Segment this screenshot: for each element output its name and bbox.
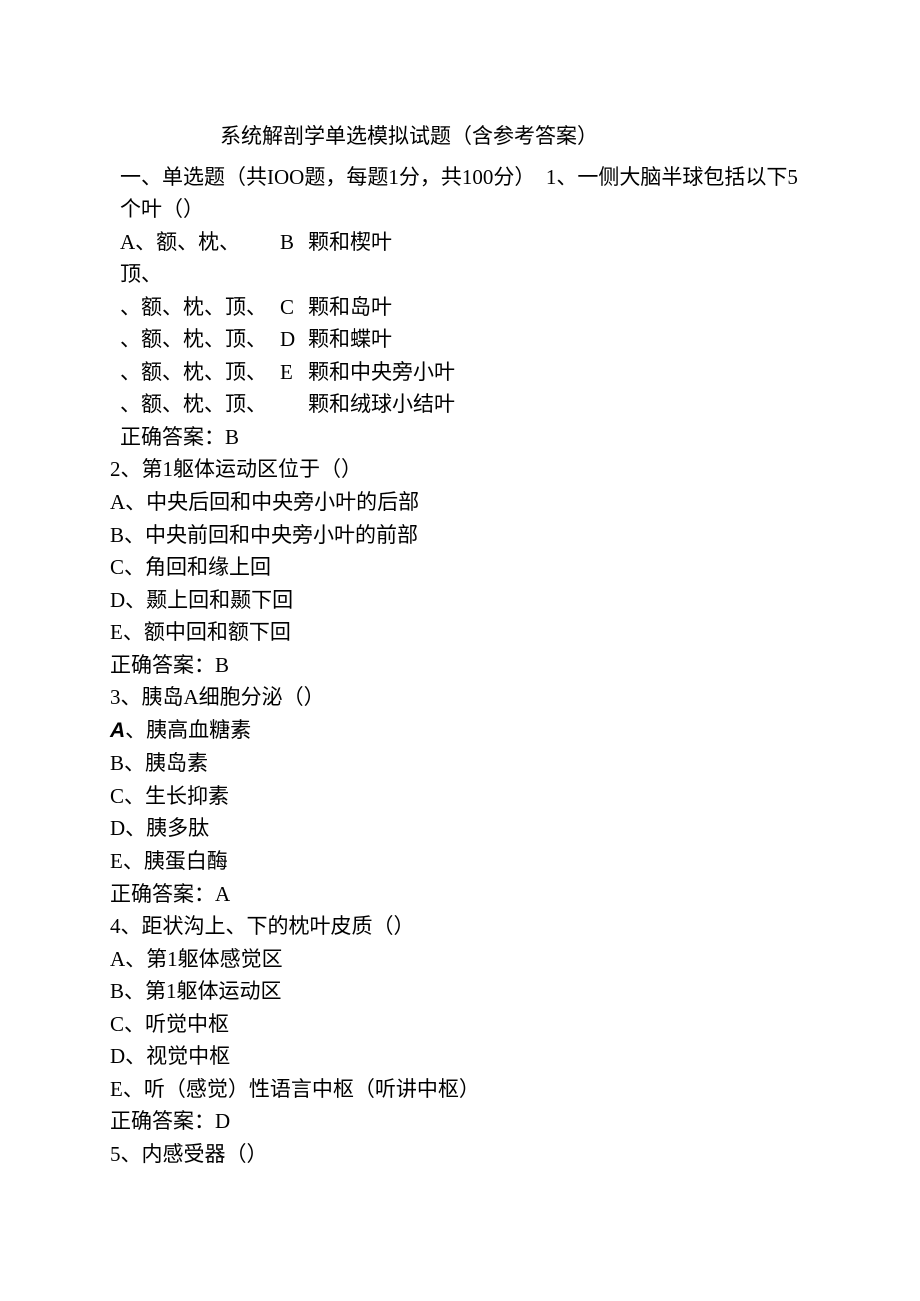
q1-letter: D xyxy=(280,323,308,356)
q3-option: C、生长抑素 xyxy=(110,780,810,813)
q1-letter: C xyxy=(280,291,308,324)
q3-option: B、胰岛素 xyxy=(110,747,810,780)
q4-stem: 4、距状沟上、下的枕叶皮质（） xyxy=(110,910,810,943)
q2-answer: 正确答案：B xyxy=(110,649,810,682)
q2-option: B、中央前回和中央旁小叶的前部 xyxy=(110,519,810,552)
q1-options: A、额、枕、顶、 B 颗和楔叶 、额、枕、顶、 C 颗和岛叶 、额、枕、顶、 D… xyxy=(110,226,810,421)
q1-right-text: 颗和楔叶 xyxy=(308,226,810,259)
q1-right-text: 颗和岛叶 xyxy=(308,291,810,324)
q3-block: 3、胰岛A细胞分泌（） A、胰高血糖素 B、胰岛素 C、生长抑素 D、胰多肽 E… xyxy=(110,681,810,910)
q1-left-text: 、额、枕、顶、 xyxy=(110,388,280,421)
q1-right-text: 颗和蝶叶 xyxy=(308,323,810,356)
q2-block: 2、第1躯体运动区位于（） A、中央后回和中央旁小叶的后部 B、中央前回和中央旁… xyxy=(110,453,810,681)
q1-answer: 正确答案：B xyxy=(110,421,810,454)
q4-option: D、视觉中枢 xyxy=(110,1040,810,1073)
q1-option-row: 、额、枕、顶、 D 颗和蝶叶 xyxy=(110,323,810,356)
q2-option: C、角回和缘上回 xyxy=(110,551,810,584)
q2-option: D、颞上回和颞下回 xyxy=(110,584,810,617)
q1-option-row: A、额、枕、顶、 B 颗和楔叶 xyxy=(110,226,810,291)
q1-option-row: 、额、枕、顶、 E 颗和中央旁小叶 xyxy=(110,356,810,389)
q2-option: E、额中回和额下回 xyxy=(110,616,810,649)
q3-stem: 3、胰岛A细胞分泌（） xyxy=(110,681,810,714)
q4-option: C、听觉中枢 xyxy=(110,1008,810,1041)
q1-left-text: A、额、枕、顶、 xyxy=(110,226,280,291)
q4-option: A、第1躯体感觉区 xyxy=(110,943,810,976)
q1-option-row: 、额、枕、顶、 颗和绒球小结叶 xyxy=(110,388,810,421)
q1-right-text: 颗和绒球小结叶 xyxy=(308,388,810,421)
document-title: 系统解剖学单选模拟试题（含参考答案） xyxy=(220,120,750,161)
q1-right-text: 颗和中央旁小叶 xyxy=(308,356,810,389)
italic-a-letter: A xyxy=(110,719,125,742)
q3-option-a-text: 、胰高血糖素 xyxy=(125,718,251,742)
q1-left-text: 、额、枕、顶、 xyxy=(110,356,280,389)
q4-option: B、第1躯体运动区 xyxy=(110,975,810,1008)
q1-left-text: 、额、枕、顶、 xyxy=(110,323,280,356)
section-prefix: 一、单选题（共 xyxy=(120,165,267,189)
q3-option: D、胰多肽 xyxy=(110,812,810,845)
q1-letter: B xyxy=(280,226,308,259)
section-header: 一、单选题（共IOO题，每题1分，共100分） 1、一侧大脑半球包括以下5个叶（… xyxy=(110,161,810,226)
section-mid1: 题，每题 xyxy=(304,165,388,189)
q5-stem: 5、内感受器（） xyxy=(110,1138,810,1171)
q3-option: E、胰蛋白酶 xyxy=(110,845,810,878)
q2-stem: 2、第1躯体运动区位于（） xyxy=(110,453,810,486)
q2-option: A、中央后回和中央旁小叶的后部 xyxy=(110,486,810,519)
one-point: 1 xyxy=(388,165,399,189)
q3-answer: 正确答案：A xyxy=(110,878,810,911)
count-100a: IOO xyxy=(267,165,304,189)
section-mid2: 分，共 xyxy=(399,165,462,189)
q1-option-row: 、额、枕、顶、 C 颗和岛叶 xyxy=(110,291,810,324)
q1-letter: E xyxy=(280,356,308,389)
document-page: 系统解剖学单选模拟试题（含参考答案） 一、单选题（共IOO题，每题1分，共100… xyxy=(0,0,920,1231)
section-mid3: 分） xyxy=(493,165,535,189)
q1-left-text: 、额、枕、顶、 xyxy=(110,291,280,324)
q4-answer: 正确答案：D xyxy=(110,1105,810,1138)
score-100: 100 xyxy=(462,165,494,189)
q5-block: 5、内感受器（） xyxy=(110,1138,810,1171)
q3-option-a: A、胰高血糖素 xyxy=(110,714,810,748)
q4-option: E、听（感觉）性语言中枢（听讲中枢） xyxy=(110,1073,810,1106)
q4-block: 4、距状沟上、下的枕叶皮质（） A、第1躯体感觉区 B、第1躯体运动区 C、听觉… xyxy=(110,910,810,1138)
